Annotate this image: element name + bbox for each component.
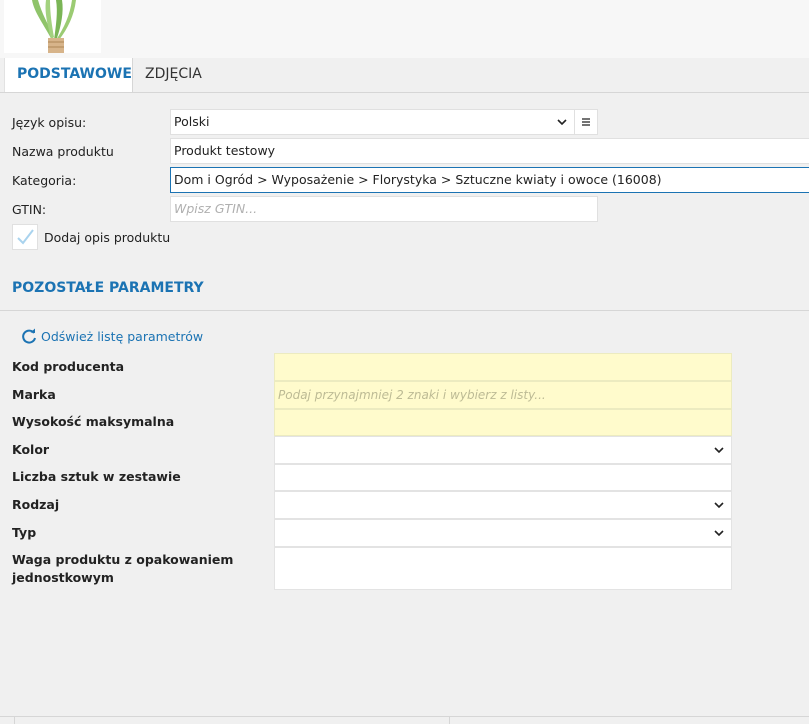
pieces-input[interactable] [274,464,732,491]
gtin-input[interactable]: Wpisz GTIN... [170,196,598,222]
kind-select[interactable] [274,491,732,519]
weight-label-line2: jednostkowym [12,570,114,585]
tab-photos[interactable]: ZDJĘCIA [133,58,214,92]
chevron-down-icon[interactable] [712,526,726,540]
bottom-divider-tick [449,716,450,724]
add-description-label[interactable]: Dodaj opis produktu [44,230,170,245]
refresh-params-link[interactable]: Odśwież listę parametrów [20,327,203,345]
bottom-divider-tick [14,716,15,724]
type-select[interactable] [274,519,732,547]
section-title: POZOSTAŁE PARAMETRY [12,280,204,296]
tab-basic[interactable]: PODSTAWOWE [4,58,133,92]
brand-label: Marka [12,387,56,402]
kind-label: Rodzaj [12,497,60,512]
producer-code-label: Kod producenta [12,359,125,374]
refresh-params-label: Odśwież listę parametrów [41,328,204,344]
weight-label-line1: Waga produktu z opakowaniem [12,552,234,567]
producer-code-input[interactable] [274,353,732,381]
type-label: Typ [12,525,37,540]
chevron-down-icon[interactable] [712,498,726,512]
language-label: Język opisu: [12,115,87,130]
pieces-label: Liczba sztuk w zestawie [12,469,181,484]
section-divider [0,310,809,311]
chevron-down-icon[interactable] [712,443,726,457]
select-divider [574,109,575,135]
product-thumbnail[interactable] [4,0,101,53]
list-icon[interactable] [579,115,593,129]
header-band [0,0,809,58]
language-value: Polski [174,114,210,129]
name-label: Nazwa produktu [12,144,114,159]
category-label: Kategoria: [12,173,77,188]
refresh-icon [22,328,36,344]
max-height-label: Wysokość maksymalna [12,414,175,429]
chevron-down-icon[interactable] [555,115,569,129]
weight-input[interactable] [274,547,732,590]
brand-input[interactable]: Podaj przynajmniej 2 znaki i wybierz z l… [274,381,732,409]
color-label: Kolor [12,442,50,457]
checkmark-icon [17,229,34,245]
max-height-input[interactable] [274,409,732,436]
bottom-divider [0,716,809,717]
product-image-icon [32,0,76,53]
add-description-checkbox[interactable] [12,224,38,250]
language-select[interactable]: Polski [170,109,598,135]
weight-label: Waga produktu z opakowaniem jednostkowym [12,551,233,587]
color-select[interactable] [274,436,732,464]
gtin-label: GTIN: [12,202,47,217]
tab-bar: PODSTAWOWE ZDJĘCIA [0,58,809,93]
name-input[interactable]: Produkt testowy [170,138,809,164]
category-input[interactable]: Dom i Ogród > Wyposażenie > Florystyka >… [170,167,809,193]
